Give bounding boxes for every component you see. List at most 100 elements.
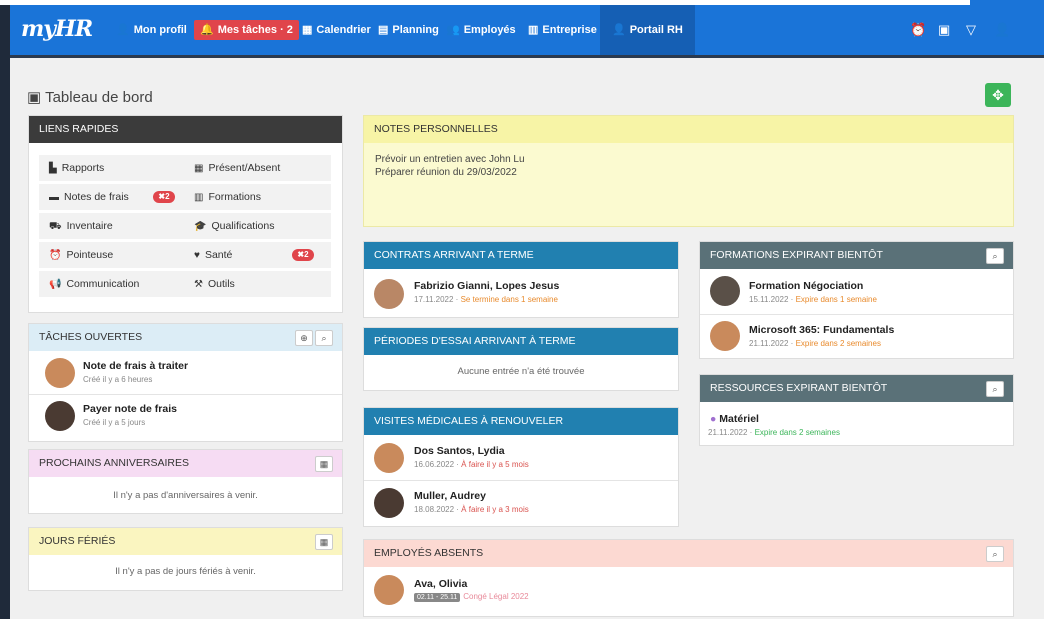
empty-message: Il n'y a pas d'anniversaires à venir. xyxy=(113,490,258,501)
nav-entreprise[interactable]: ▥ Entreprise xyxy=(528,5,597,55)
account-icon[interactable]: 👤 xyxy=(994,5,1010,55)
car-icon: ⛟ xyxy=(49,221,62,232)
nav-planning[interactable]: ▤ Planning xyxy=(378,5,439,55)
medical-panel: VISITES MÉDICALES À RENOUVELER Dos Santo… xyxy=(363,407,679,527)
resource-name[interactable]: ● Matériel xyxy=(710,413,759,425)
trainings-panel: FORMATIONS EXPIRANT BIENTÔT ⌕ Formation … xyxy=(699,241,1014,359)
quick-link-present-absent[interactable]: ▦ Présent/Absent xyxy=(184,155,331,181)
resources-panel: RESSOURCES EXPIRANT BIENTÔT ⌕ ● Matériel… xyxy=(699,374,1014,446)
alarm-icon[interactable]: ⏰ xyxy=(910,5,926,55)
calendar-icon: ▦ xyxy=(194,163,204,174)
divider xyxy=(29,394,342,395)
avatar xyxy=(374,443,404,473)
nav-shadow xyxy=(10,55,1044,58)
quick-link-communication[interactable]: 📢 Communication xyxy=(39,271,187,297)
quick-link-pointeuse[interactable]: ⏰ Pointeuse xyxy=(39,242,187,268)
search-icon[interactable]: ⌕ xyxy=(986,248,1004,264)
quick-links-title: LIENS RAPIDES xyxy=(29,116,342,143)
user-icon: 👤 xyxy=(116,24,130,36)
open-tasks-title: TÂCHES OUVERTES ⊕ ⌕ xyxy=(29,324,342,351)
avatar xyxy=(374,279,404,309)
contracts-title: CONTRATS ARRIVANT A TERME xyxy=(364,242,678,269)
open-tasks-panel: TÂCHES OUVERTES ⊕ ⌕ Note de frais à trai… xyxy=(28,323,343,442)
avatar xyxy=(45,401,75,431)
trial-panel: PÉRIODES D'ESSAI ARRIVANT À TERME Aucune… xyxy=(363,327,679,391)
page-title: ▣ Tableau de bord xyxy=(27,89,153,106)
calendar-icon[interactable]: ▦ xyxy=(315,534,333,550)
book-icon: ▥ xyxy=(194,192,204,203)
search-icon[interactable]: ⌕ xyxy=(986,546,1004,562)
app-window: myHR 👤 Mon profil 🔔 Mes tâches · 2 ▦ Calend… xyxy=(10,5,1044,619)
divider xyxy=(364,480,678,481)
tools-icon: ⚒ xyxy=(194,279,203,290)
quick-link-inventaire[interactable]: ⛟ Inventaire xyxy=(39,213,187,239)
quick-link-outils[interactable]: ⚒ Outils xyxy=(184,271,331,297)
quick-link-formations[interactable]: ▥ Formations xyxy=(184,184,331,210)
dot-icon: ● xyxy=(710,413,717,425)
search-icon[interactable]: ⌕ xyxy=(315,330,333,346)
medical-name[interactable]: Muller, Audrey xyxy=(414,490,486,502)
avatar xyxy=(374,575,404,605)
absent-panel: EMPLOYÉS ABSENTS ⌕ Ava, Olivia 02.11 - 2… xyxy=(363,539,1014,617)
nav-calendrier[interactable]: ▦ Calendrier xyxy=(302,5,371,55)
birthdays-title: PROCHAINS ANNIVERSAIRES ▦ xyxy=(29,450,342,477)
resource-date: 21.11.2022 · Expire dans 2 semaines xyxy=(708,428,840,437)
divider xyxy=(700,314,1013,315)
avatar xyxy=(45,358,75,388)
medical-date: 18.08.2022 · À faire il y a 3 mois xyxy=(414,505,529,514)
add-widget-button[interactable]: ✥ xyxy=(985,83,1011,107)
dashboard-icon: ▣ xyxy=(27,89,46,106)
medical-name[interactable]: Dos Santos, Lydia xyxy=(414,445,505,457)
task-title[interactable]: Note de frais à traiter xyxy=(83,360,188,372)
nav-mon-profil[interactable]: 👤 Mon profil xyxy=(116,5,187,55)
alarm-clock-icon: ⏰ xyxy=(49,250,62,261)
filter-icon[interactable]: ▽ xyxy=(966,5,976,55)
nav-mes-taches[interactable]: 🔔 Mes tâches · 2 xyxy=(194,5,299,55)
absent-name[interactable]: Ava, Olivia xyxy=(414,578,467,590)
brand-logo[interactable]: myHR xyxy=(21,16,93,42)
search-icon[interactable]: ⌕ xyxy=(986,381,1004,397)
user-tie-icon: 👤 xyxy=(612,24,626,36)
empty-message: Aucune entrée n'a été trouvée xyxy=(457,366,585,377)
resources-title: RESSOURCES EXPIRANT BIENTÔT ⌕ xyxy=(700,375,1013,402)
holidays-panel: JOURS FÉRIÉS ▦ Il n'y a pas de jours fér… xyxy=(28,527,343,591)
avatar xyxy=(710,276,740,306)
graduation-cap-icon: 🎓 xyxy=(194,221,207,232)
report-icon: ▙ xyxy=(49,163,57,174)
avatar xyxy=(710,321,740,351)
task-title[interactable]: Payer note de frais xyxy=(83,403,177,415)
count-badge: ✖2 xyxy=(292,249,314,261)
trial-title: PÉRIODES D'ESSAI ARRIVANT À TERME xyxy=(364,328,678,355)
calendar-icon[interactable]: ▦ xyxy=(315,456,333,472)
count-badge: ✖2 xyxy=(153,191,175,203)
contracts-panel: CONTRATS ARRIVANT A TERME Fabrizio Giann… xyxy=(363,241,679,318)
planning-icon: ▤ xyxy=(378,24,389,36)
quick-link-qualifications[interactable]: 🎓 Qualifications xyxy=(184,213,331,239)
users-icon: 👥 xyxy=(446,24,460,36)
nav-employes[interactable]: 👥 Employés xyxy=(446,5,516,55)
add-task-button[interactable]: ⊕ xyxy=(295,330,313,346)
medical-title: VISITES MÉDICALES À RENOUVELER xyxy=(364,408,678,435)
training-name[interactable]: Microsoft 365: Fundamentals xyxy=(749,324,894,336)
nav-portail-rh[interactable]: 👤 Portail RH xyxy=(600,5,695,55)
clipboard-icon[interactable]: ▣ xyxy=(938,5,950,55)
quick-link-notes-de-frais[interactable]: ▬ Notes de frais ✖2 xyxy=(39,184,187,210)
contract-name[interactable]: Fabrizio Gianni, Lopes Jesus xyxy=(414,280,559,292)
notes-title: NOTES PERSONNELLES xyxy=(364,116,1013,143)
empty-message: Il n'y a pas de jours fériés à venir. xyxy=(115,566,256,577)
wallet-icon: ▬ xyxy=(49,192,59,203)
absent-details: 02.11 - 25.11 Congé Légal 2022 xyxy=(414,592,529,602)
training-name[interactable]: Formation Négociation xyxy=(749,280,863,292)
notes-content[interactable]: Prévoir un entretien avec John Lu Prépar… xyxy=(375,153,525,179)
bell-icon: 🔔 xyxy=(200,24,214,36)
absent-title: EMPLOYÉS ABSENTS ⌕ xyxy=(364,540,1013,567)
building-icon: ▥ xyxy=(528,24,539,36)
training-date: 21.11.2022 · Expire dans 2 semaines xyxy=(749,339,881,348)
quick-link-rapports[interactable]: ▙ Rapports xyxy=(39,155,187,181)
quick-link-sante[interactable]: ♥ Santé ✖2 xyxy=(184,242,331,268)
navbar: myHR 👤 Mon profil 🔔 Mes tâches · 2 ▦ Calend… xyxy=(10,5,1044,55)
birthdays-panel: PROCHAINS ANNIVERSAIRES ▦ Il n'y a pas d… xyxy=(28,449,343,514)
heart-icon: ♥ xyxy=(194,250,200,261)
quick-links-panel: LIENS RAPIDES ▙ Rapports ▦ Présent/Absent … xyxy=(28,115,343,313)
calendar-icon: ▦ xyxy=(302,24,313,36)
